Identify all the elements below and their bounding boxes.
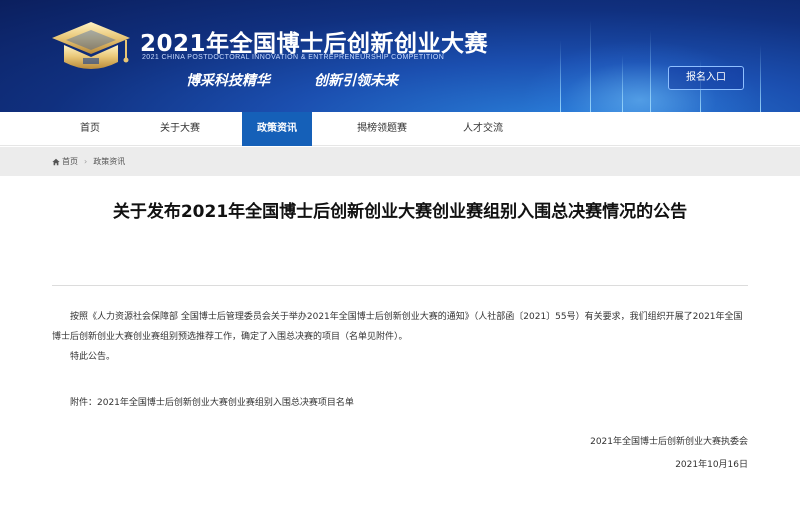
slogan-right: 创新引领未来 xyxy=(314,73,398,89)
nav-item-home[interactable]: 首页 xyxy=(60,112,120,146)
banner-subtitle: 2021 CHINA POSTDOCTORAL INNOVATION & ENT… xyxy=(142,54,445,61)
slogan-left: 博采科技精华 xyxy=(186,73,270,89)
main-nav: 首页 关于大赛 政策资讯 揭榜领题赛 人才交流 xyxy=(0,112,800,146)
register-button[interactable]: 报名入口 xyxy=(668,66,744,90)
breadcrumb-bar: 首页 › 政策资讯 xyxy=(0,147,800,176)
signature-organization: 2021年全国博士后创新创业大赛执委会 xyxy=(590,437,748,447)
article-paragraph: 特此公告。 xyxy=(70,352,116,362)
article-title: 关于发布2021年全国博士后创新创业大赛创业赛组别入围总决赛情况的公告 xyxy=(112,202,688,222)
nav-item-about[interactable]: 关于大赛 xyxy=(148,112,212,146)
home-icon xyxy=(52,158,60,165)
header-banner: 2021年全国博士后创新创业大赛 2021 CHINA POSTDOCTORAL… xyxy=(0,0,800,112)
light-streak xyxy=(590,20,591,112)
nav-item-talent[interactable]: 人才交流 xyxy=(450,112,516,146)
breadcrumb-separator: › xyxy=(84,157,88,166)
banner-title: 2021年全国博士后创新创业大赛 xyxy=(140,31,489,57)
article-paragraph: 按照《人力资源社会保障部 全国博士后管理委员会关于举办2021年全国博士后创新创… xyxy=(52,312,743,342)
nav-item-policy-news[interactable]: 政策资讯 xyxy=(242,112,312,146)
attachment-link[interactable]: 附件：2021年全国博士后创新创业大赛创业赛组别入围总决赛项目名单 xyxy=(52,393,748,413)
light-streak xyxy=(560,40,561,112)
light-streak xyxy=(760,45,761,112)
signature-date: 2021年10月16日 xyxy=(675,460,748,470)
breadcrumb-current[interactable]: 政策资讯 xyxy=(93,157,125,166)
light-streak xyxy=(622,55,623,112)
light-streak xyxy=(650,30,651,112)
nav-item-challenge[interactable]: 揭榜领题赛 xyxy=(346,112,418,146)
breadcrumb: 首页 › 政策资讯 xyxy=(52,147,125,176)
breadcrumb-home[interactable]: 首页 xyxy=(62,157,78,166)
title-divider xyxy=(52,285,748,286)
graduation-cap-logo-icon xyxy=(52,22,130,69)
